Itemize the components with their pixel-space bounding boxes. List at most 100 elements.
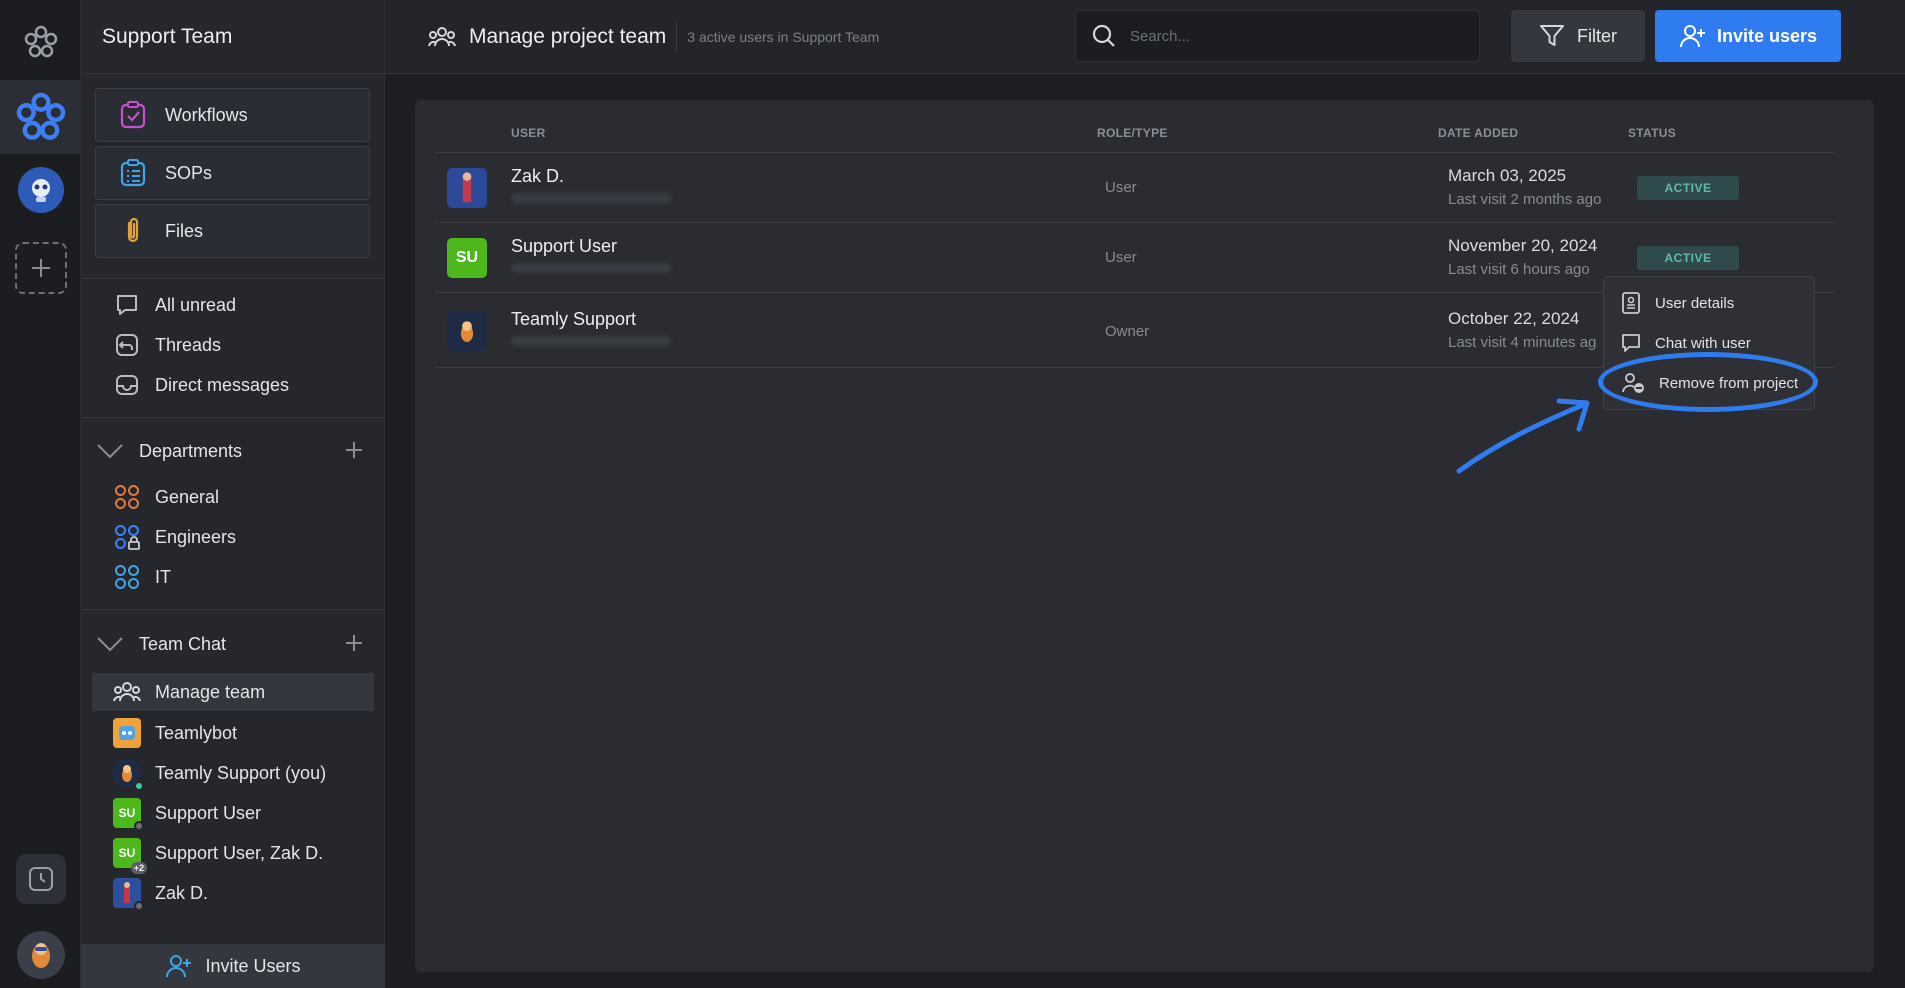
search-input[interactable] xyxy=(1130,27,1450,45)
add-user-icon xyxy=(1679,23,1707,49)
menu-label: User details xyxy=(1655,294,1735,312)
highlight-ring-annotation xyxy=(1598,352,1818,412)
sidebar-card-files[interactable]: Files xyxy=(95,204,370,258)
add-workspace-button[interactable] xyxy=(0,240,81,296)
header-date: DATE ADDED xyxy=(1438,126,1519,140)
teamly-support-avatar-icon xyxy=(113,758,144,791)
filter-label: Filter xyxy=(1577,25,1617,46)
teamlybot-avatar-icon xyxy=(113,718,141,748)
chevron-down-icon xyxy=(97,637,123,652)
clock-icon xyxy=(28,867,53,891)
sidebar-invite-users-button[interactable]: Invite Users xyxy=(81,944,385,988)
menu-item-user-details[interactable]: User details xyxy=(1604,285,1816,321)
online-status-dot xyxy=(134,781,144,791)
member-count-badge: +2 xyxy=(130,862,147,874)
divider xyxy=(81,278,385,279)
user-email-blurred xyxy=(511,263,671,273)
sidebar-card-workflows[interactable]: Workflows xyxy=(95,88,370,142)
department-general[interactable]: General xyxy=(81,479,385,515)
section-title: Departments xyxy=(139,440,243,461)
nav-direct-messages[interactable]: Direct messages xyxy=(81,367,385,403)
chat-group-support-zak[interactable]: SU +2 Support User, Zak D. xyxy=(81,835,385,874)
threads-icon xyxy=(113,331,141,359)
nav-label: All unread xyxy=(155,294,237,315)
invite-users-button[interactable]: Invite users xyxy=(1655,10,1841,62)
title-divider xyxy=(676,22,678,52)
chat-support-user[interactable]: SU Support User xyxy=(81,795,385,831)
chat-zak-d[interactable]: Zak D. xyxy=(81,875,385,911)
app-logo-icon[interactable] xyxy=(0,18,81,66)
date-added: November 20, 2024 xyxy=(1448,236,1598,255)
date-added: March 03, 2025 xyxy=(1448,166,1567,185)
zak-avatar-icon xyxy=(113,878,144,911)
user-role: Owner xyxy=(1105,323,1150,340)
chat-label: Support User xyxy=(155,802,262,823)
menu-label: Chat with user xyxy=(1655,334,1751,352)
chat-bubble-icon xyxy=(113,291,141,319)
chat-manage-team[interactable]: Manage team xyxy=(92,673,374,711)
department-grid-icon xyxy=(113,563,141,591)
header-user: USER xyxy=(511,126,546,140)
invite-label: Invite users xyxy=(1716,25,1818,46)
user-role: User xyxy=(1105,179,1137,196)
support-user-avatar: SU xyxy=(447,238,487,278)
chat-icon xyxy=(1621,333,1641,353)
chevron-down-icon xyxy=(97,444,123,459)
paperclip-icon xyxy=(118,216,148,246)
chat-teamly-support[interactable]: Teamly Support (you) xyxy=(81,755,385,791)
clipboard-icon xyxy=(118,158,148,188)
team-table-panel: USER ROLE/TYPE DATE ADDED STATUS Zak D. … xyxy=(415,100,1874,972)
chat-label: Manage team xyxy=(155,681,266,702)
page-title-text: Manage project team xyxy=(469,25,667,48)
offline-status-dot xyxy=(134,821,144,831)
user-card-icon xyxy=(1621,292,1641,314)
chat-label: Support User, Zak D. xyxy=(155,842,324,863)
offline-status-dot xyxy=(134,901,144,911)
filter-button[interactable]: Filter xyxy=(1511,10,1645,62)
department-it[interactable]: IT xyxy=(81,559,385,595)
support-user-avatar: SU xyxy=(113,798,144,831)
group-avatar: SU +2 xyxy=(113,838,147,874)
plus-icon xyxy=(31,259,50,277)
section-team-chat[interactable]: Team Chat xyxy=(81,624,385,664)
user-name: Zak D. xyxy=(511,166,565,186)
department-label: IT xyxy=(155,566,171,587)
department-label: General xyxy=(155,486,220,507)
teamly-support-avatar-icon xyxy=(447,311,487,351)
history-button[interactable] xyxy=(0,852,81,906)
chat-teamlybot[interactable]: Teamlybot xyxy=(81,715,385,751)
profile-avatar-icon xyxy=(16,931,65,979)
sidebar: Support Team Workflows SOPs Files All un… xyxy=(81,0,385,988)
sidebar-title: Support Team xyxy=(81,0,384,74)
zak-avatar-icon xyxy=(447,168,487,208)
user-email-blurred xyxy=(511,193,671,203)
table-row[interactable]: Zak D. User March 03, 2025 Last visit 2 … xyxy=(435,152,1835,222)
add-department-icon[interactable] xyxy=(343,439,365,461)
department-grid-icon xyxy=(113,483,141,511)
status-badge: ACTIVE xyxy=(1637,176,1739,200)
add-user-icon xyxy=(165,953,193,979)
search-box[interactable] xyxy=(1075,10,1480,62)
workspace-avatar[interactable] xyxy=(0,164,81,216)
user-email-blurred xyxy=(511,336,671,346)
invite-label: Invite Users xyxy=(205,955,301,976)
header-role: ROLE/TYPE xyxy=(1097,126,1168,140)
divider xyxy=(81,417,385,418)
pointer-arrow-annotation xyxy=(1456,398,1590,474)
nav-label: Threads xyxy=(155,334,222,355)
user-role: User xyxy=(1105,249,1137,266)
department-engineers[interactable]: Engineers xyxy=(81,519,385,555)
chat-label: Zak D. xyxy=(155,882,209,903)
inbox-icon xyxy=(113,371,141,399)
card-label: Workflows xyxy=(165,104,248,125)
team-icon xyxy=(427,25,457,49)
section-departments[interactable]: Departments xyxy=(81,431,385,471)
sidebar-card-sops[interactable]: SOPs xyxy=(95,146,370,200)
nav-all-unread[interactable]: All unread xyxy=(81,287,385,323)
nav-threads[interactable]: Threads xyxy=(81,327,385,363)
add-chat-icon[interactable] xyxy=(343,632,365,654)
workspace-support-team[interactable] xyxy=(0,80,81,154)
user-avatar-button[interactable] xyxy=(0,928,81,982)
header-status: STATUS xyxy=(1628,126,1677,140)
search-icon xyxy=(1092,24,1115,47)
